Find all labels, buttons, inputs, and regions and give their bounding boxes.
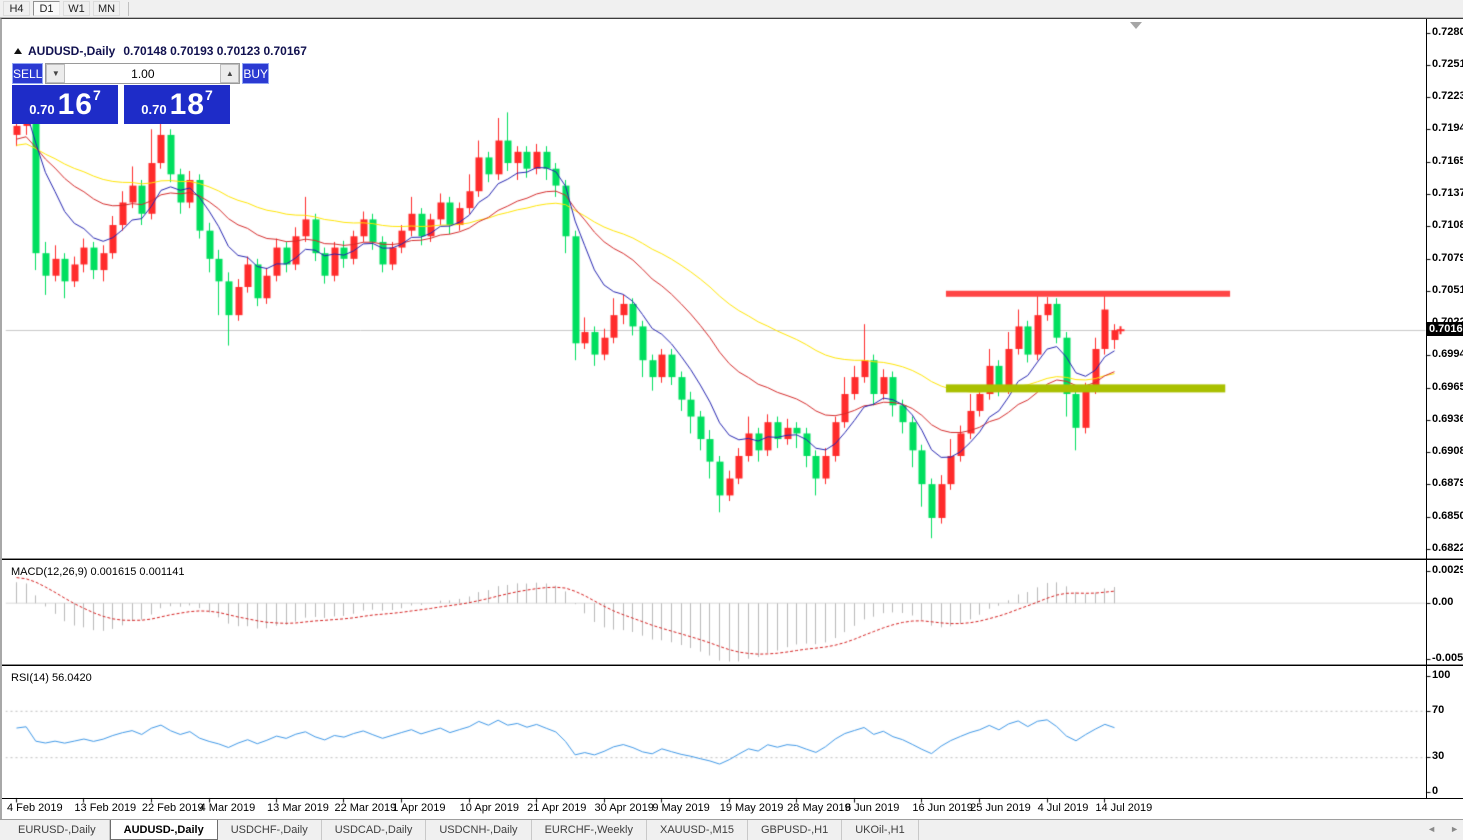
collapse-arrow-icon[interactable]	[14, 48, 22, 54]
chart-tab-bar: EURUSD-,DailyAUDUSD-,DailyUSDCHF-,DailyU…	[0, 819, 1463, 840]
chart-tab-audusd-daily[interactable]: AUDUSD-,Daily	[110, 820, 218, 840]
chart-tab-gbpusd-h1[interactable]: GBPUSD-,H1	[748, 820, 842, 840]
rsi-axis-label: 0	[1432, 785, 1438, 797]
date-axis-label: 4 Mar 2019	[200, 802, 256, 814]
buy-button[interactable]: BUY	[242, 63, 269, 84]
volume-spinner: ▼ ▲	[45, 63, 240, 84]
buy-price-big: 18	[170, 88, 205, 122]
price-axis-label: 0.69080	[1432, 445, 1463, 457]
date-axis-label: 19 May 2019	[720, 802, 784, 814]
chart-tab-ukoil-h1[interactable]: UKOil-,H1	[842, 820, 919, 840]
date-axis-label: 22 Mar 2019	[334, 802, 396, 814]
date-axis-label: 28 May 2019	[787, 802, 851, 814]
buy-price-prefix: 0.70	[141, 102, 166, 117]
chart-tab-xauusd-m15[interactable]: XAUUSD-,M15	[647, 820, 748, 840]
chart-symbol-label: AUDUSD-,Daily	[28, 44, 115, 58]
tab-scroll-left-icon[interactable]: ◄	[1427, 824, 1436, 834]
date-axis-label: 30 Apr 2019	[595, 802, 654, 814]
rsi-pane-splitter[interactable]	[2, 664, 1463, 666]
price-axis-label: 0.72230	[1432, 90, 1463, 102]
tab-scroll-right-icon[interactable]: ►	[1450, 824, 1459, 834]
price-axis-label: 0.68795	[1432, 477, 1463, 489]
date-axis-label: 9 May 2019	[652, 802, 709, 814]
chart-tab-usdcnh-daily[interactable]: USDCNH-,Daily	[426, 820, 531, 840]
buy-price-sup: 7	[205, 87, 213, 103]
price-axis-label: 0.69650	[1432, 381, 1463, 393]
price-axis-label: 0.71655	[1432, 155, 1463, 167]
price-axis-border	[1426, 19, 1427, 798]
rsi-pane-label: RSI(14) 56.0420	[11, 672, 92, 684]
chart-tab-eurusd-daily[interactable]: EURUSD-,Daily	[5, 820, 110, 840]
chart-window: AUDUSD-,Daily 0.70148 0.70193 0.70123 0.…	[0, 18, 1463, 819]
date-axis-label: 16 Jun 2019	[912, 802, 973, 814]
chart-ohlc-title: AUDUSD-,Daily 0.70148 0.70193 0.70123 0.…	[14, 44, 307, 58]
macd-axis-label: 0.00	[1432, 596, 1453, 608]
timeframe-toolbar: H4D1W1MN	[0, 0, 1463, 18]
date-axis-label: 10 Apr 2019	[460, 802, 519, 814]
sell-price-sup: 7	[93, 87, 101, 103]
buy-price-display[interactable]: 0.70 18 7	[124, 85, 230, 124]
volume-decrease-button[interactable]: ▼	[46, 64, 65, 83]
chart-tab-eurchf-weekly[interactable]: EURCHF-,Weekly	[532, 820, 647, 840]
price-axis-label: 0.71370	[1432, 187, 1463, 199]
sell-price-prefix: 0.70	[29, 102, 54, 117]
volume-increase-button[interactable]: ▲	[220, 64, 239, 83]
date-axis-label: 22 Feb 2019	[142, 802, 204, 814]
price-axis-label: 0.72515	[1432, 58, 1463, 70]
date-axis-label: 25 Jun 2019	[970, 802, 1031, 814]
one-click-trading-panel: SELL ▼ ▲ BUY 0.70 16 7 0.70 18 7	[12, 63, 230, 124]
sell-price-big: 16	[58, 88, 93, 122]
sell-button[interactable]: SELL	[12, 63, 43, 84]
price-axis-label: 0.68505	[1432, 510, 1463, 522]
date-axis-label: 21 Apr 2019	[527, 802, 586, 814]
date-axis-label: 6 Jun 2019	[845, 802, 899, 814]
date-axis-label: 13 Feb 2019	[74, 802, 136, 814]
timeframe-button-w1[interactable]: W1	[63, 1, 90, 16]
macd-axis-label: -0.005255	[1432, 652, 1463, 664]
date-axis-border	[2, 798, 1463, 799]
tab-scroll-buttons: ◄ ►	[1427, 824, 1459, 834]
date-axis-label: 14 Jul 2019	[1095, 802, 1152, 814]
macd-pane-splitter[interactable]	[2, 558, 1463, 560]
price-axis-label: 0.70510	[1432, 284, 1463, 296]
price-axis-label: 0.71085	[1432, 219, 1463, 231]
sell-price-display[interactable]: 0.70 16 7	[12, 85, 118, 124]
date-axis-label: 4 Feb 2019	[7, 802, 63, 814]
price-axis-label: 0.71945	[1432, 122, 1463, 134]
price-axis-label: 0.68220	[1432, 542, 1463, 554]
price-axis-label: 0.70795	[1432, 252, 1463, 264]
chart-shift-marker-icon[interactable]	[1130, 22, 1142, 29]
price-axis-label: 0.72800	[1432, 26, 1463, 38]
date-axis-label: 13 Mar 2019	[267, 802, 329, 814]
rsi-axis-label: 70	[1432, 704, 1444, 716]
timeframe-button-mn[interactable]: MN	[93, 1, 120, 16]
date-axis-label: 1 Apr 2019	[392, 802, 445, 814]
price-axis-label: 0.69365	[1432, 413, 1463, 425]
timeframe-button-h4[interactable]: H4	[3, 1, 30, 16]
chart-tab-usdcad-daily[interactable]: USDCAD-,Daily	[322, 820, 427, 840]
price-axis-label: 0.69940	[1432, 348, 1463, 360]
macd-pane-label: MACD(12,26,9) 0.001615 0.001141	[11, 566, 184, 578]
current-price-badge: 0.70167	[1427, 322, 1463, 336]
date-axis-label: 4 Jul 2019	[1038, 802, 1089, 814]
chart-ohlc-values: 0.70148 0.70193 0.70123 0.70167	[123, 44, 307, 58]
timeframe-button-d1[interactable]: D1	[33, 1, 60, 16]
volume-input[interactable]	[65, 64, 220, 83]
rsi-axis-label: 100	[1432, 669, 1450, 681]
macd-axis-label: 0.002962	[1432, 564, 1463, 576]
rsi-axis-label: 30	[1432, 750, 1444, 762]
chart-canvas[interactable]	[2, 19, 1463, 820]
chart-tab-usdchf-daily[interactable]: USDCHF-,Daily	[218, 820, 322, 840]
toolbar-separator	[128, 2, 129, 16]
